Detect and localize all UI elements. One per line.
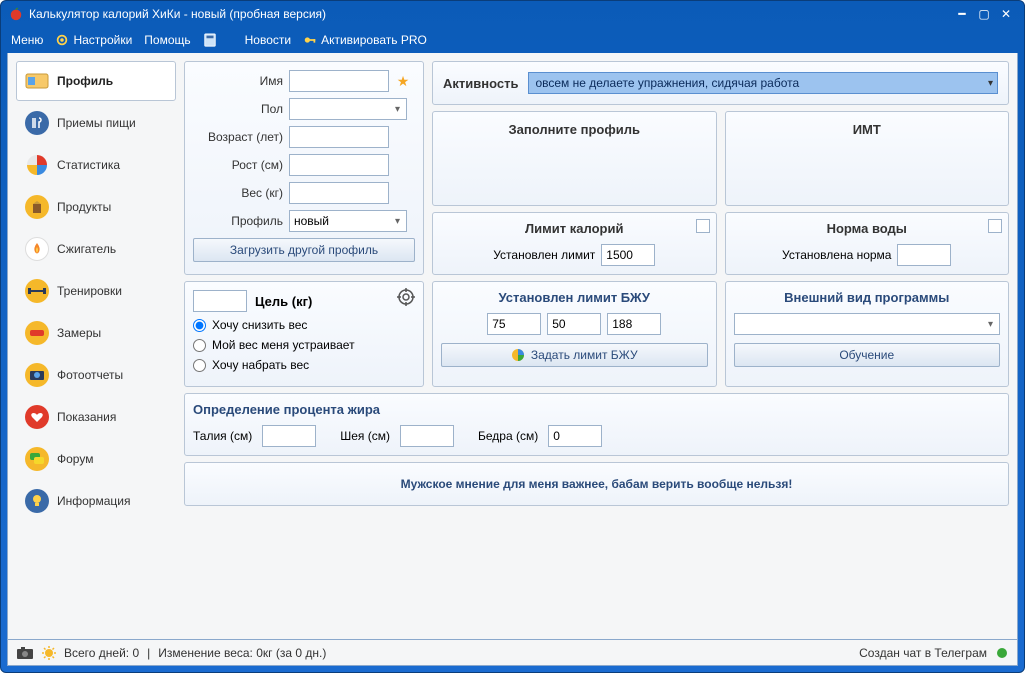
meals-icon bbox=[25, 111, 49, 135]
bulb-icon bbox=[25, 489, 49, 513]
camera-icon bbox=[25, 363, 49, 387]
water-checkbox[interactable] bbox=[988, 219, 1002, 233]
appearance-select[interactable] bbox=[734, 313, 1001, 335]
bju-b-input[interactable] bbox=[487, 313, 541, 335]
menu-menu[interactable]: Меню bbox=[11, 33, 43, 47]
target-icon bbox=[397, 288, 415, 306]
sidebar-item-burner[interactable]: Сжигатель bbox=[16, 229, 176, 269]
calculator-icon bbox=[203, 33, 217, 47]
chat-icon bbox=[25, 447, 49, 471]
menu-settings[interactable]: Настройки bbox=[55, 33, 132, 47]
water-title: Норма воды bbox=[734, 221, 1001, 236]
goal-title: Цель (кг) bbox=[255, 294, 312, 309]
bju-title: Установлен лимит БЖУ bbox=[441, 290, 708, 305]
cal-limit-label: Установлен лимит bbox=[493, 248, 595, 262]
bju-j-input[interactable] bbox=[547, 313, 601, 335]
sidebar-item-meals[interactable]: Приемы пищи bbox=[16, 103, 176, 143]
pie-icon bbox=[511, 348, 525, 362]
maximize-button[interactable]: ▢ bbox=[974, 6, 994, 22]
neck-input[interactable] bbox=[400, 425, 454, 447]
profile-icon bbox=[25, 69, 49, 93]
goal-lose-radio[interactable]: Хочу снизить вес bbox=[193, 318, 415, 332]
hips-input[interactable] bbox=[548, 425, 602, 447]
gear-icon bbox=[55, 33, 69, 47]
sidebar: Профиль Приемы пищи Статистика Продукты … bbox=[16, 61, 176, 631]
bmi-title: ИМТ bbox=[853, 122, 881, 137]
sun-icon bbox=[42, 646, 56, 660]
window-title: Калькулятор калорий ХиКи - новый (пробна… bbox=[29, 7, 326, 21]
star-icon[interactable]: ★ bbox=[395, 73, 411, 89]
height-label: Рост (см) bbox=[193, 158, 283, 172]
app-icon bbox=[9, 7, 23, 21]
heart-icon bbox=[25, 405, 49, 429]
status-sep: | bbox=[147, 646, 150, 660]
sidebar-item-readings[interactable]: Показания bbox=[16, 397, 176, 437]
waist-label: Талия (см) bbox=[193, 429, 252, 443]
age-label: Возраст (лет) bbox=[193, 130, 283, 144]
sidebar-item-stats[interactable]: Статистика bbox=[16, 145, 176, 185]
fat-title: Определение процента жира bbox=[193, 402, 1000, 417]
menu-news[interactable]: Новости bbox=[245, 33, 291, 47]
bju-set-button[interactable]: Задать лимит БЖУ bbox=[441, 343, 708, 367]
quote: Мужское мнение для меня важнее, бабам ве… bbox=[184, 462, 1009, 506]
sidebar-item-info[interactable]: Информация bbox=[16, 481, 176, 521]
products-icon bbox=[25, 195, 49, 219]
stats-icon bbox=[25, 153, 49, 177]
gender-label: Пол bbox=[193, 102, 283, 116]
cal-limit-input[interactable] bbox=[601, 244, 655, 266]
profile-select[interactable]: новый bbox=[289, 210, 407, 232]
menu-activate[interactable]: Активировать PRO bbox=[303, 33, 427, 47]
sidebar-item-profile[interactable]: Профиль bbox=[16, 61, 176, 101]
goal-keep-radio[interactable]: Мой вес меня устраивает bbox=[193, 338, 415, 352]
height-input[interactable] bbox=[289, 154, 389, 176]
tape-icon bbox=[25, 321, 49, 345]
name-label: Имя bbox=[193, 74, 283, 88]
name-input[interactable] bbox=[289, 70, 389, 92]
sidebar-item-products[interactable]: Продукты bbox=[16, 187, 176, 227]
training-button[interactable]: Обучение bbox=[734, 343, 1001, 367]
sidebar-item-measures[interactable]: Замеры bbox=[16, 313, 176, 353]
appearance-title: Внешний вид программы bbox=[734, 290, 1001, 305]
status-days: Всего дней: 0 bbox=[64, 646, 139, 660]
profile-label: Профиль bbox=[193, 214, 283, 228]
status-telegram[interactable]: Создан чат в Телеграм bbox=[859, 646, 987, 660]
dumbbell-icon bbox=[25, 279, 49, 303]
status-weight: Изменение веса: 0кг (за 0 дн.) bbox=[158, 646, 326, 660]
gender-select[interactable] bbox=[289, 98, 407, 120]
fill-profile-title: Заполните профиль bbox=[508, 122, 640, 137]
close-button[interactable]: ✕ bbox=[996, 6, 1016, 22]
hips-label: Бедра (см) bbox=[478, 429, 538, 443]
flame-icon bbox=[25, 237, 49, 261]
bju-u-input[interactable] bbox=[607, 313, 661, 335]
sidebar-item-photos[interactable]: Фотоотчеты bbox=[16, 355, 176, 395]
cal-limit-title: Лимит калорий bbox=[441, 221, 708, 236]
menu-help[interactable]: Помощь bbox=[144, 33, 190, 47]
menu-calc[interactable] bbox=[203, 33, 217, 47]
neck-label: Шея (см) bbox=[340, 429, 390, 443]
sidebar-item-forum[interactable]: Форум bbox=[16, 439, 176, 479]
age-input[interactable] bbox=[289, 126, 389, 148]
weight-input[interactable] bbox=[289, 182, 389, 204]
minimize-button[interactable]: ━ bbox=[952, 6, 972, 22]
water-input[interactable] bbox=[897, 244, 951, 266]
online-dot-icon bbox=[995, 646, 1009, 660]
waist-input[interactable] bbox=[262, 425, 316, 447]
sidebar-item-training[interactable]: Тренировки bbox=[16, 271, 176, 311]
goal-gain-radio[interactable]: Хочу набрать вес bbox=[193, 358, 415, 372]
weight-label: Вес (кг) bbox=[193, 186, 283, 200]
activity-select[interactable]: овсем не делаете упражнения, сидячая раб… bbox=[528, 72, 998, 94]
load-profile-button[interactable]: Загрузить другой профиль bbox=[193, 238, 415, 262]
key-icon bbox=[303, 33, 317, 47]
water-label: Установлена норма bbox=[782, 248, 891, 262]
cal-limit-checkbox[interactable] bbox=[696, 219, 710, 233]
camera-status-icon[interactable] bbox=[16, 646, 34, 660]
activity-label: Активность bbox=[443, 76, 518, 91]
goal-input[interactable] bbox=[193, 290, 247, 312]
